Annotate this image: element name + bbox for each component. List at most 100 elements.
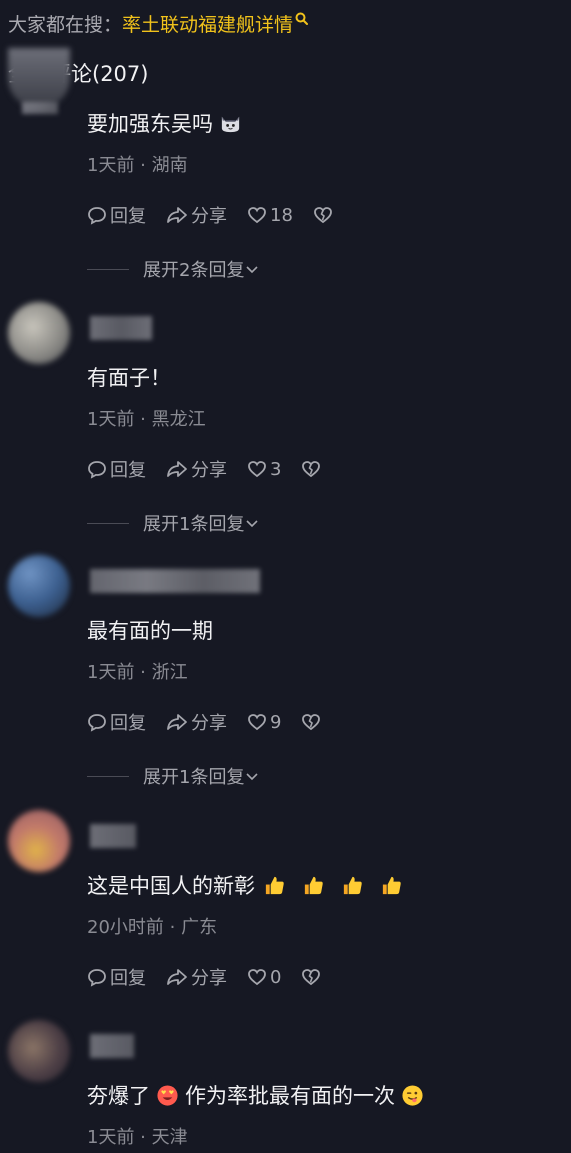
share-icon bbox=[167, 714, 187, 730]
share-icon bbox=[167, 969, 187, 985]
share-label: 分享 bbox=[191, 968, 227, 989]
broken-heart-icon bbox=[302, 969, 321, 986]
tongue-wink-icon bbox=[402, 1084, 423, 1106]
dislike-button[interactable] bbox=[301, 712, 324, 732]
comment-location: 黑龙江 bbox=[151, 409, 206, 430]
reply-icon bbox=[88, 714, 106, 732]
comment-text: 要加强东吴吗 bbox=[87, 108, 242, 138]
broken-heart-icon bbox=[314, 207, 332, 224]
comment-text-content: 夯爆了 bbox=[87, 1084, 150, 1108]
comment-text: 这是中国人的新彰 bbox=[87, 870, 403, 900]
broken-heart-icon bbox=[302, 461, 321, 478]
comment-actions: 回复 分享 18 bbox=[87, 200, 356, 230]
chevron-down-icon bbox=[246, 266, 259, 274]
reply-label: 回复 bbox=[110, 713, 146, 734]
comment-text: 有面子！ bbox=[87, 362, 171, 392]
username[interactable] bbox=[90, 824, 136, 848]
heart-icon bbox=[248, 714, 266, 731]
thumbs-up-icon bbox=[304, 876, 323, 894]
comment-meta: 1天前 · 湖南 bbox=[87, 151, 188, 177]
avatar[interactable] bbox=[8, 302, 70, 364]
divider bbox=[87, 775, 129, 777]
reply-button[interactable]: 回复 bbox=[87, 456, 146, 482]
expand-replies-label: 展开1条回复 bbox=[143, 514, 245, 535]
meta-separator: · bbox=[163, 917, 182, 938]
broken-heart-icon bbox=[302, 714, 321, 731]
search-icon[interactable] bbox=[295, 12, 309, 25]
share-label: 分享 bbox=[191, 206, 227, 227]
thumbs-up-icon bbox=[265, 876, 284, 894]
heart-icon bbox=[248, 461, 266, 478]
reply-icon bbox=[88, 207, 106, 225]
avatar[interactable] bbox=[8, 810, 70, 872]
reply-button[interactable]: 回复 bbox=[87, 202, 146, 228]
comment-time: 1天前 bbox=[87, 155, 135, 176]
dislike-button[interactable] bbox=[301, 967, 324, 987]
comment-text: 最有面的一期 bbox=[87, 615, 213, 645]
username[interactable] bbox=[22, 102, 58, 114]
comment-meta: 1天前 · 黑龙江 bbox=[87, 405, 206, 431]
like-button[interactable]: 18 bbox=[247, 205, 293, 226]
share-button[interactable]: 分享 bbox=[166, 709, 227, 735]
like-count: 3 bbox=[270, 458, 282, 480]
meta-separator: · bbox=[134, 155, 152, 176]
avatar[interactable] bbox=[8, 555, 70, 617]
reply-label: 回复 bbox=[110, 968, 146, 989]
search-suggestion[interactable]: 大家都在搜： 率土联动福建舰详情 bbox=[8, 8, 309, 38]
username[interactable] bbox=[90, 316, 152, 340]
comment-location: 广东 bbox=[181, 917, 218, 938]
cat-face-icon bbox=[221, 116, 240, 132]
reply-button[interactable]: 回复 bbox=[87, 964, 146, 990]
comment-text-content: 有面子！ bbox=[87, 366, 171, 390]
comment-time: 1天前 bbox=[87, 1127, 135, 1148]
expand-replies-button[interactable]: 展开2条回复 bbox=[87, 255, 260, 283]
comment-text-content: 最有面的一期 bbox=[87, 619, 213, 643]
comment-time: 20小时前 bbox=[87, 917, 164, 938]
share-button[interactable]: 分享 bbox=[166, 964, 227, 990]
comment-text-content-continued: 作为率批最有面的一次 bbox=[185, 1084, 395, 1108]
username[interactable] bbox=[90, 1034, 134, 1058]
expand-replies-button[interactable]: 展开1条回复 bbox=[87, 762, 260, 790]
comment-actions: 回复 分享 0 bbox=[87, 962, 344, 992]
like-button[interactable]: 3 bbox=[247, 459, 281, 480]
share-label: 分享 bbox=[191, 713, 227, 734]
heart-icon bbox=[248, 969, 266, 986]
share-button[interactable]: 分享 bbox=[166, 202, 227, 228]
comment-actions: 回复 分享 3 bbox=[87, 454, 344, 484]
like-count: 18 bbox=[270, 204, 293, 226]
expand-replies-label: 展开1条回复 bbox=[143, 767, 245, 788]
reply-icon bbox=[88, 461, 106, 479]
dislike-button[interactable] bbox=[313, 205, 336, 225]
avatar[interactable] bbox=[8, 1020, 70, 1082]
reply-button[interactable]: 回复 bbox=[87, 709, 146, 735]
share-icon bbox=[167, 207, 187, 223]
comment-text: 夯爆了 作为率批最有面的一次 bbox=[87, 1080, 424, 1110]
comment-location: 湖南 bbox=[151, 155, 188, 176]
heart-eyes-icon bbox=[157, 1084, 178, 1106]
expand-replies-button[interactable]: 展开1条回复 bbox=[87, 509, 260, 537]
share-button[interactable]: 分享 bbox=[166, 456, 227, 482]
share-label: 分享 bbox=[191, 460, 227, 481]
comment-meta: 1天前 · 天津 bbox=[87, 1123, 188, 1149]
heart-icon bbox=[248, 207, 266, 224]
like-button[interactable]: 0 bbox=[247, 967, 281, 988]
dislike-button[interactable] bbox=[301, 459, 324, 479]
username[interactable] bbox=[90, 569, 260, 593]
thumbs-up-icon bbox=[382, 876, 401, 894]
search-suggestion-prefix: 大家都在搜： bbox=[8, 13, 123, 36]
comment-text-content: 这是中国人的新彰 bbox=[87, 874, 255, 898]
avatar[interactable] bbox=[8, 48, 70, 108]
comment-meta: 20小时前 · 广东 bbox=[87, 913, 217, 939]
chevron-down-icon bbox=[246, 773, 259, 781]
comment-actions: 回复 分享 9 bbox=[87, 707, 344, 737]
divider bbox=[87, 268, 129, 270]
like-button[interactable]: 9 bbox=[247, 712, 281, 733]
comment-time: 1天前 bbox=[87, 662, 135, 683]
reply-label: 回复 bbox=[110, 460, 146, 481]
expand-replies-label: 展开2条回复 bbox=[143, 260, 245, 281]
comment-meta: 1天前 · 浙江 bbox=[87, 658, 188, 684]
reply-icon bbox=[88, 969, 106, 987]
divider bbox=[87, 522, 129, 524]
thumbs-up-icon bbox=[343, 876, 362, 894]
search-suggestion-query[interactable]: 率土联动福建舰详情 bbox=[122, 10, 293, 37]
